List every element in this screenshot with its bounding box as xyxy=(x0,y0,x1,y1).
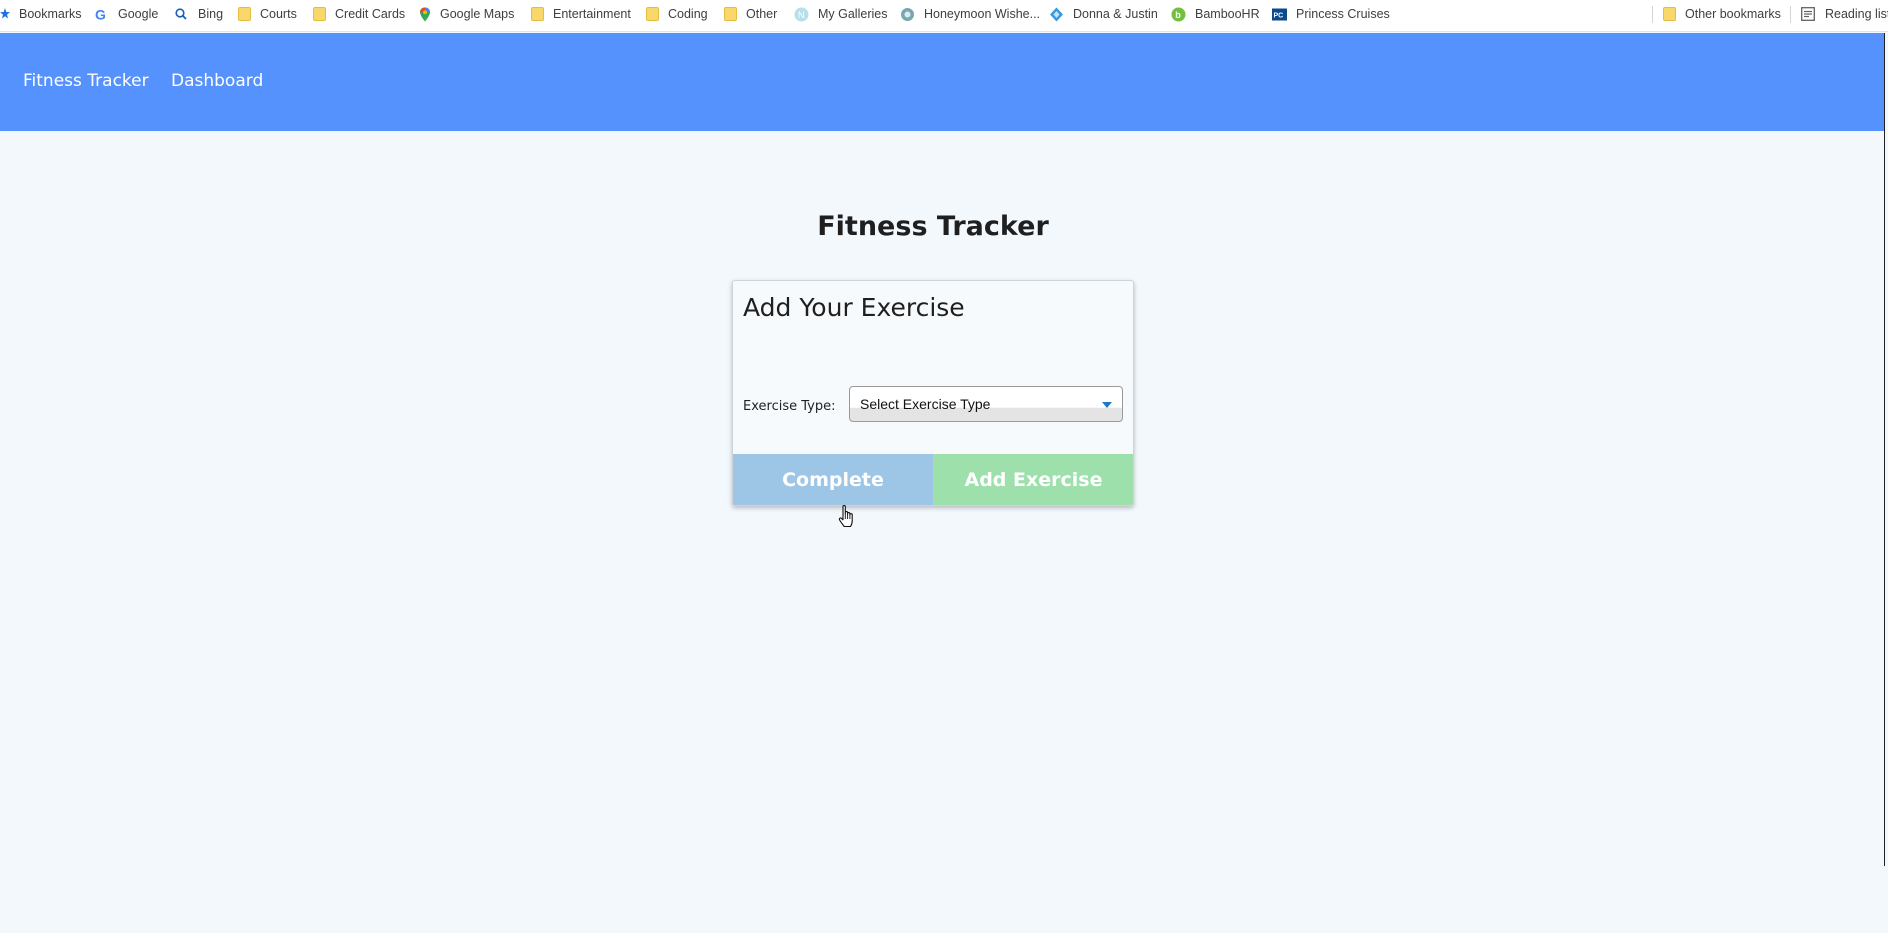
bookmark-google-maps[interactable]: Google Maps xyxy=(419,0,514,28)
bookmark-label: Coding xyxy=(668,7,708,21)
bookmark-label: Bookmarks xyxy=(19,7,82,21)
folder-icon xyxy=(238,7,251,21)
bookmark-label: Courts xyxy=(260,7,297,21)
bookmark-other[interactable]: Other xyxy=(724,0,777,28)
bookmark-label: Google xyxy=(118,7,159,21)
bamboohr-icon: b xyxy=(1171,7,1186,22)
svg-text:b: b xyxy=(1175,10,1181,20)
bookmark-label: Entertainment xyxy=(553,7,631,21)
folder-icon xyxy=(313,7,326,21)
nav-brand-fitness-tracker[interactable]: Fitness Tracker xyxy=(23,71,149,91)
bookmark-donna-justin[interactable]: Donna & Justin xyxy=(1049,0,1158,28)
bookmark-label: Honeymoon Wishe... xyxy=(924,7,1041,21)
chevron-down-icon xyxy=(1102,402,1112,408)
bookmark-other-bookmarks[interactable]: Other bookmarks xyxy=(1663,0,1781,28)
reading-list-label: Reading list xyxy=(1825,7,1888,21)
bookmark-separator xyxy=(1652,6,1653,23)
exercise-type-selected-value: Select Exercise Type xyxy=(860,396,991,412)
gallery-icon: N xyxy=(794,7,809,22)
page-title: Fitness Tracker xyxy=(817,211,1049,242)
bookmark-label: Other xyxy=(746,7,778,21)
bookmark-credit-cards[interactable]: Credit Cards xyxy=(313,0,405,28)
hand-pointer-cursor-icon xyxy=(838,504,858,530)
bookmark-label: My Galleries xyxy=(818,7,888,21)
bookmark-label: Credit Cards xyxy=(335,7,406,21)
bing-search-icon xyxy=(174,7,189,22)
bookmark-courts[interactable]: Courts xyxy=(238,0,297,28)
bookmark-label: Google Maps xyxy=(440,7,515,21)
complete-button[interactable]: Complete xyxy=(733,454,933,505)
bookmark-honeymoon[interactable]: Honeymoon Wishe... xyxy=(900,0,1040,28)
diamond-icon xyxy=(1049,7,1064,22)
bookmark-coding[interactable]: Coding xyxy=(646,0,708,28)
maps-pin-icon xyxy=(419,7,431,22)
honeymoon-icon xyxy=(900,7,915,22)
card-title: Add Your Exercise xyxy=(743,293,965,322)
nav-link-dashboard[interactable]: Dashboard xyxy=(171,71,263,91)
add-exercise-card: Add Your Exercise Exercise Type: Select … xyxy=(732,280,1134,506)
bookmark-bookmarks[interactable]: Bookmarks xyxy=(0,0,82,28)
svg-text:N: N xyxy=(798,10,805,20)
reading-list-icon xyxy=(1801,6,1815,22)
page-edge-line xyxy=(1884,33,1885,866)
bookmark-bamboohr[interactable]: b BambooHR xyxy=(1171,0,1260,28)
bookmarks-bar: Bookmarks G Google Bing Courts Credit Ca… xyxy=(0,0,1888,32)
princess-cruises-icon: PC xyxy=(1272,7,1287,22)
folder-icon xyxy=(1663,7,1676,21)
google-icon: G xyxy=(94,6,109,22)
bookmark-label: BambooHR xyxy=(1195,7,1260,21)
reading-list[interactable]: Reading list xyxy=(1801,0,1888,28)
bookmark-label: Other bookmarks xyxy=(1685,7,1781,21)
bookmark-my-galleries[interactable]: N My Galleries xyxy=(794,0,887,28)
bookmark-princess-cruises[interactable]: PC Princess Cruises xyxy=(1272,0,1390,28)
folder-icon xyxy=(724,7,737,21)
bookmark-google[interactable]: G Google xyxy=(94,0,158,28)
svg-text:PC: PC xyxy=(1274,12,1284,19)
bookmark-entertainment[interactable]: Entertainment xyxy=(531,0,631,28)
exercise-type-select[interactable]: Select Exercise Type xyxy=(849,386,1123,422)
bookmark-label: Bing xyxy=(198,7,224,21)
star-icon xyxy=(0,7,10,22)
exercise-type-label: Exercise Type: xyxy=(743,399,836,414)
bookmark-separator xyxy=(1790,6,1791,23)
app-navbar: Fitness Tracker Dashboard xyxy=(0,33,1884,131)
folder-icon xyxy=(531,7,544,21)
add-exercise-button[interactable]: Add Exercise xyxy=(933,454,1133,505)
bookmark-label: Princess Cruises xyxy=(1296,7,1390,21)
svg-text:G: G xyxy=(95,7,106,22)
bookmark-bing[interactable]: Bing xyxy=(174,0,223,28)
bookmark-label: Donna & Justin xyxy=(1073,7,1158,21)
folder-icon xyxy=(646,7,659,21)
